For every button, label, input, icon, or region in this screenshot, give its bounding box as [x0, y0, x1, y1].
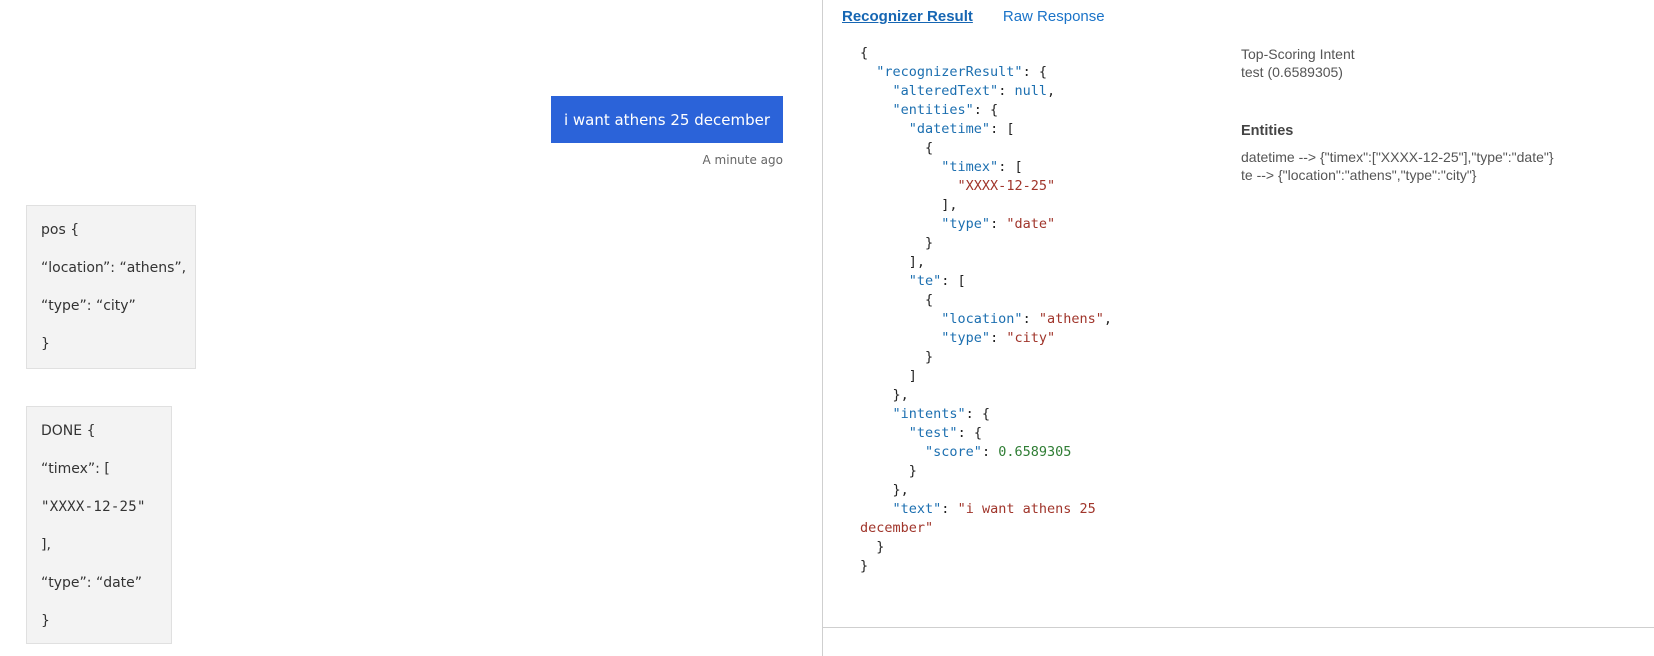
json-line: "te": [	[908, 273, 966, 289]
json-line: {	[860, 140, 934, 156]
bot-message-line: “timex”: [	[41, 461, 110, 477]
entities-heading: Entities	[1241, 123, 1294, 139]
json-value: "athens"	[1038, 311, 1104, 327]
inspector-bottom-divider	[823, 627, 1654, 628]
bot-message-line: “type”: “date”	[41, 575, 143, 591]
json-key: "text"	[892, 501, 942, 517]
top-intent-value: test (0.6589305)	[1241, 64, 1343, 80]
json-line: }	[860, 463, 917, 479]
json-line: {	[860, 45, 869, 61]
tab-recognizer-result[interactable]: Recognizer Result	[842, 8, 973, 25]
json-key: "test"	[908, 425, 958, 441]
json-line: "alteredText": null,	[892, 83, 1056, 99]
json-line: ]	[860, 368, 917, 384]
json-line: "type": "date"	[941, 216, 1056, 232]
bot-message-line: “location”: “athens”,	[41, 260, 187, 276]
bot-message-line: DONE {	[41, 423, 96, 439]
top-intent-heading: Top-Scoring Intent	[1241, 46, 1355, 62]
json-key: "entities"	[892, 102, 974, 118]
json-value: 0.6589305	[998, 444, 1072, 460]
json-key: "type"	[941, 216, 991, 232]
json-key: "type"	[941, 330, 991, 346]
json-line: "location": "athens",	[941, 311, 1112, 327]
inspector-pane: Recognizer Result Raw Response { "recogn…	[823, 0, 1654, 656]
json-line: },	[860, 482, 909, 498]
entities-section: Entities datetime --> {"timex":["XXXX-12…	[1241, 123, 1554, 184]
message-timestamp: A minute ago	[702, 153, 783, 167]
json-line: }	[860, 558, 869, 574]
json-key: "location"	[941, 311, 1023, 327]
json-value: null	[1014, 83, 1047, 99]
json-line: "timex": [	[941, 159, 1023, 175]
json-line: }	[860, 235, 934, 251]
bot-message-line: “type”: “city”	[41, 298, 136, 314]
top-intent-section: Top-Scoring Intent test (0.6589305)	[1241, 45, 1355, 81]
json-value: "i want athens 25	[957, 501, 1096, 517]
json-key: "datetime"	[908, 121, 991, 137]
chat-transcript-pane: i want athens 25 december A minute ago p…	[0, 0, 822, 656]
json-key: "timex"	[941, 159, 999, 175]
json-line: },	[860, 387, 909, 403]
json-line: ],	[860, 254, 926, 270]
json-line: ],	[860, 197, 958, 213]
json-line: "XXXX-12-25"	[860, 178, 1056, 194]
bot-message-line: "XXXX-12-25"	[41, 499, 146, 515]
json-key: "te"	[908, 273, 942, 289]
json-line: }	[860, 349, 934, 365]
json-key: "recognizerResult"	[876, 64, 1023, 80]
entity-line: datetime --> {"timex":["XXXX-12-25"],"ty…	[1241, 149, 1554, 165]
bot-message-line: pos {	[41, 222, 80, 238]
json-value: "date"	[1006, 216, 1056, 232]
json-line: "text": "i want athens 25	[892, 501, 1096, 517]
json-line: }	[860, 539, 885, 555]
bot-message-card[interactable]: pos { “location”: “athens”, “type”: “cit…	[26, 205, 196, 369]
json-key: "score"	[925, 444, 982, 460]
entity-line: te --> {"location":"athens","type":"city…	[1241, 167, 1477, 183]
user-message-bubble[interactable]: i want athens 25 december	[550, 96, 783, 143]
json-line: "intents": {	[892, 406, 991, 422]
recognizer-json-view: { "recognizerResult": { "alteredText": n…	[860, 44, 1160, 576]
json-line: "datetime": [	[908, 121, 1015, 137]
bot-message-line: }	[41, 336, 50, 352]
json-line: "recognizerResult": {	[876, 64, 1047, 80]
json-line: december"	[860, 520, 933, 536]
json-value: "city"	[1006, 330, 1056, 346]
json-line: {	[860, 292, 934, 308]
bot-message-card[interactable]: DONE { “timex”: [ "XXXX-12-25" ], “type”…	[26, 406, 172, 644]
tab-raw-response[interactable]: Raw Response	[1003, 8, 1105, 25]
json-line: "score": 0.6589305	[925, 444, 1072, 460]
json-key: "intents"	[892, 406, 966, 422]
bot-message-line: }	[41, 613, 50, 629]
json-key: "alteredText"	[892, 83, 999, 99]
inspector-tabs: Recognizer Result Raw Response	[842, 8, 1135, 25]
json-value: december"	[860, 520, 934, 536]
json-line: "test": {	[908, 425, 982, 441]
bot-message-line: ],	[41, 537, 51, 553]
json-value: "XXXX-12-25"	[957, 178, 1056, 194]
json-line: "type": "city"	[941, 330, 1056, 346]
json-line: "entities": {	[892, 102, 999, 118]
